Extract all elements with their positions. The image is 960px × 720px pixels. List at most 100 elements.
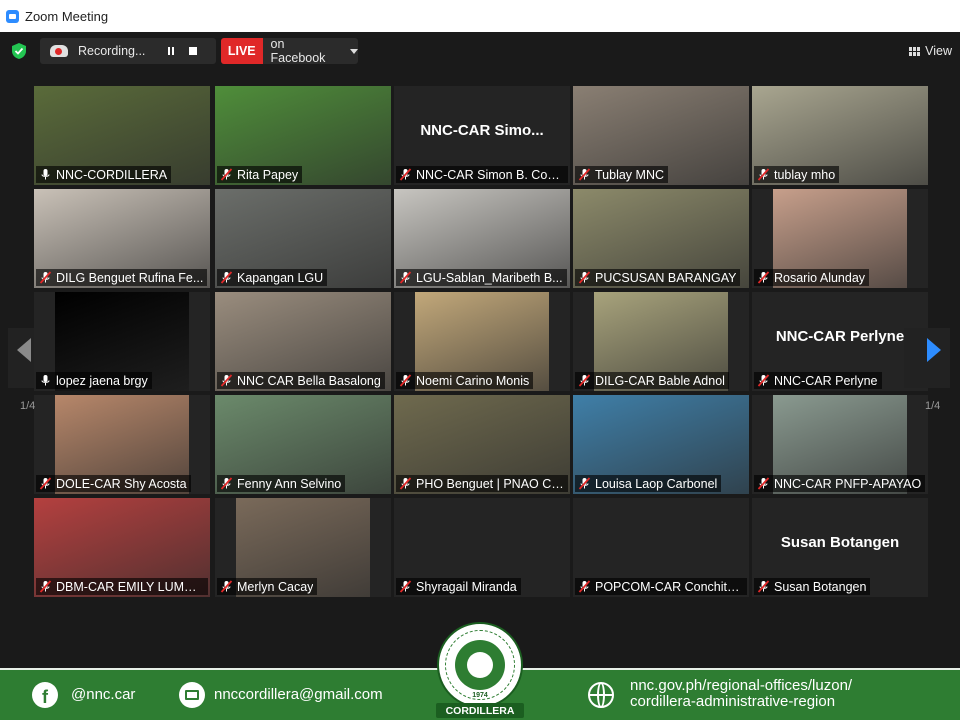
participant-name-label: LGU-Sablan_Maribeth B... — [396, 269, 567, 286]
participant-name: DILG Benguet Rufina Fe... — [56, 270, 204, 285]
mic-muted-icon — [757, 374, 770, 387]
mic-muted-icon — [757, 580, 770, 593]
participant-tile[interactable]: tublay mho — [752, 86, 928, 185]
participant-tile[interactable]: lopez jaena brgy — [34, 292, 210, 391]
participant-name-label: Fenny Ann Selvino — [217, 475, 346, 492]
participant-name: POPCOM-CAR Conchita ... — [595, 579, 743, 594]
nnc-seal-logo: 1974 — [437, 622, 523, 708]
participant-name-label: Rita Papey — [217, 166, 303, 183]
globe-icon — [588, 682, 614, 708]
seal-region-tag: CORDILLERA — [436, 703, 524, 718]
participant-name-label: NNC-CAR Perlyne — [754, 372, 882, 389]
participant-tile[interactable]: Merlyn Cacay — [215, 498, 391, 597]
participant-tile[interactable]: Noemi Carino Monis — [394, 292, 570, 391]
participant-tile[interactable]: LGU-Sablan_Maribeth B... — [394, 189, 570, 288]
mic-muted-icon — [220, 477, 233, 490]
participant-tile[interactable]: NNC-CAR Simo... NNC-CAR Simon B. Cop... — [394, 86, 570, 185]
next-page-button[interactable] — [904, 328, 950, 388]
participant-tile[interactable]: Rita Papey — [215, 86, 391, 185]
participant-name-label: Shyragail Miranda — [396, 578, 521, 595]
participant-name: NNC CAR Bella Basalong — [237, 373, 381, 388]
participant-name-label: Louisa Laop Carbonel — [575, 475, 722, 492]
previous-page-button[interactable] — [8, 328, 34, 388]
participant-display-name: Susan Botangen — [780, 534, 900, 551]
participant-name-label: DBM-CAR EMILY LUMPIO — [36, 578, 208, 595]
participant-tile[interactable]: Fenny Ann Selvino — [215, 395, 391, 494]
mic-muted-icon — [399, 580, 412, 593]
participant-tile[interactable]: NNC-CORDILLERA — [34, 86, 210, 185]
recording-label: Recording... — [78, 44, 146, 58]
participant-name: DOLE-CAR Shy Acosta — [56, 476, 187, 491]
participant-name-label: PUCSUSAN BARANGAY — [575, 269, 741, 286]
stop-recording-button[interactable] — [182, 41, 204, 61]
participant-name-label: POPCOM-CAR Conchita ... — [575, 578, 747, 595]
participant-tile[interactable]: Tublay MNC — [573, 86, 749, 185]
participant-name-label: Merlyn Cacay — [217, 578, 318, 595]
participant-name-label: lopez jaena brgy — [36, 372, 152, 389]
participant-tile[interactable]: DOLE-CAR Shy Acosta — [34, 395, 210, 494]
mic-muted-icon — [399, 168, 412, 181]
participant-name-label: DOLE-CAR Shy Acosta — [36, 475, 191, 492]
participant-name-label: tublay mho — [754, 166, 840, 183]
participant-name: Kapangan LGU — [237, 270, 324, 285]
participant-name: NNC-CAR Simon B. Cop... — [416, 167, 564, 182]
mic-muted-icon — [578, 580, 591, 593]
participant-tile[interactable]: PHO Benguet | PNAO Ca... — [394, 395, 570, 494]
participant-tile[interactable]: NNC CAR Bella Basalong — [215, 292, 391, 391]
seal-year: 1974 — [472, 692, 488, 699]
mic-muted-icon — [578, 374, 591, 387]
participant-tile[interactable]: DILG-CAR Bable Adnol — [573, 292, 749, 391]
cloud-recording-icon — [50, 45, 68, 57]
participant-name-label: DILG Benguet Rufina Fe... — [36, 269, 208, 286]
participant-tile[interactable]: Rosario Alunday — [752, 189, 928, 288]
chevron-right-icon — [927, 338, 941, 362]
zoom-app-icon — [6, 9, 19, 23]
mic-muted-icon — [39, 477, 52, 490]
grid-view-icon — [909, 46, 921, 56]
participant-name-label: NNC-CORDILLERA — [36, 166, 172, 183]
live-stream-menu[interactable]: LIVE on Facebook — [221, 38, 358, 64]
participant-tile[interactable]: DBM-CAR EMILY LUMPIO — [34, 498, 210, 597]
participant-tile[interactable]: PUCSUSAN BARANGAY — [573, 189, 749, 288]
participant-name-label: Noemi Carino Monis — [396, 372, 534, 389]
participant-name-label: PHO Benguet | PNAO Ca... — [396, 475, 568, 492]
live-badge: LIVE — [221, 38, 263, 64]
participant-name-label: Kapangan LGU — [217, 269, 328, 286]
participant-name: PUCSUSAN BARANGAY — [595, 270, 737, 285]
participant-name-label: NNC CAR Bella Basalong — [217, 372, 385, 389]
participant-tile[interactable]: Susan Botangen Susan Botangen — [752, 498, 928, 597]
mic-muted-icon — [578, 477, 591, 490]
participant-tile[interactable]: Shyragail Miranda — [394, 498, 570, 597]
mic-muted-icon — [39, 271, 52, 284]
participant-name: Noemi Carino Monis — [416, 373, 530, 388]
participant-tile[interactable]: POPCOM-CAR Conchita ... — [573, 498, 749, 597]
participant-tile[interactable]: Kapangan LGU — [215, 189, 391, 288]
participant-name: Shyragail Miranda — [416, 579, 517, 594]
participant-tile[interactable]: DILG Benguet Rufina Fe... — [34, 189, 210, 288]
participant-name-label: DILG-CAR Bable Adnol — [575, 372, 729, 389]
mic-muted-icon — [39, 580, 52, 593]
participant-name: NNC-CAR PNFP-APAYAO — [774, 476, 922, 491]
participant-name: Merlyn Cacay — [237, 579, 314, 594]
facebook-handle: @nnc.car — [71, 686, 136, 703]
participant-tile[interactable]: NNC-CAR Perlyne NNC-CAR Perlyne — [752, 292, 928, 391]
security-shield-icon[interactable] — [10, 42, 28, 60]
pause-recording-button[interactable] — [160, 41, 182, 61]
participant-name: Rosario Alunday — [774, 270, 866, 285]
participant-name-label: NNC-CAR PNFP-APAYAO — [754, 475, 926, 492]
chevron-left-icon — [17, 338, 31, 362]
mic-muted-icon — [757, 477, 770, 490]
website-line-1: nnc.gov.ph/regional-offices/luzon/ — [630, 677, 853, 694]
participant-tile[interactable]: NNC-CAR PNFP-APAYAO — [752, 395, 928, 494]
page-indicator-left: 1/4 — [20, 400, 36, 412]
participant-tile[interactable]: Louisa Laop Carbonel — [573, 395, 749, 494]
mic-muted-icon — [399, 477, 412, 490]
view-button[interactable]: View — [909, 40, 952, 62]
mic-icon — [39, 374, 52, 387]
email-icon — [179, 682, 205, 708]
mic-muted-icon — [399, 271, 412, 284]
live-target-label: on Facebook — [270, 38, 326, 64]
participant-name: Susan Botangen — [774, 579, 867, 594]
mic-icon — [39, 168, 52, 181]
facebook-icon: f — [32, 682, 58, 708]
